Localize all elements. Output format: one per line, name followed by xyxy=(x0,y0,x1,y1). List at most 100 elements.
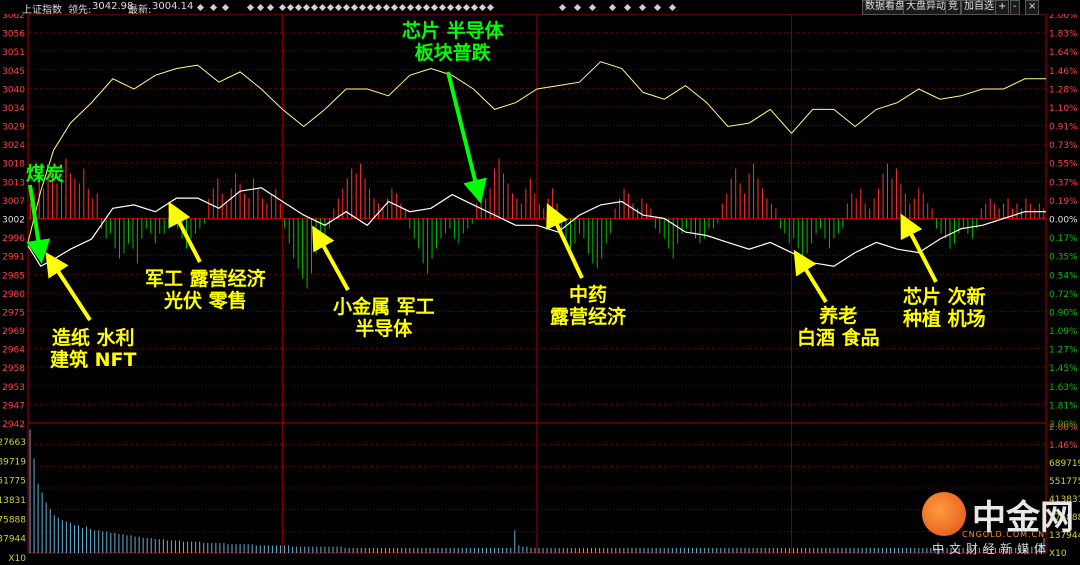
annotation-military: 军工 露营经济 光伏 零售 xyxy=(145,268,266,312)
signal-dot xyxy=(256,3,265,12)
y-tick-left: 3029 xyxy=(2,123,25,133)
signal-dot xyxy=(278,3,287,12)
y-tick-right: 1.63% xyxy=(1049,383,1078,393)
y-tick-left: 2958 xyxy=(2,364,25,374)
y-tick-left: 2991 xyxy=(2,253,25,263)
signal-dot xyxy=(358,3,367,12)
signal-dot xyxy=(478,3,487,12)
bid-button[interactable]: 竞 xyxy=(945,0,961,15)
zoom-in-button[interactable]: + xyxy=(995,0,1010,15)
signal-dot xyxy=(573,3,582,12)
volume-tick-right: 551775 xyxy=(1049,477,1080,487)
y-tick-left: 2975 xyxy=(2,308,25,318)
signal-dot xyxy=(334,3,343,12)
y-tick-left: 3051 xyxy=(2,48,25,58)
y-tick-left: 3045 xyxy=(2,67,25,77)
y-tick-right: 1.28% xyxy=(1049,85,1078,95)
signal-dot xyxy=(470,3,479,12)
y-tick-left: 3056 xyxy=(2,30,25,40)
signal-dot xyxy=(342,3,351,12)
elderly-arrow xyxy=(793,249,828,304)
annotation-coal: 煤炭 xyxy=(26,163,65,185)
signal-dot xyxy=(406,3,415,12)
signal-dot xyxy=(286,3,295,12)
signal-dot xyxy=(558,3,567,12)
signal-dot xyxy=(382,3,391,12)
signal-dot xyxy=(638,3,647,12)
y-tick-left: 2996 xyxy=(2,234,25,244)
signal-dot xyxy=(310,3,319,12)
y-tick-right: 0.37% xyxy=(1049,178,1078,188)
index-name: 上证指数 xyxy=(22,5,62,16)
signal-dot xyxy=(668,3,677,12)
latest-label: 最新: xyxy=(128,5,152,16)
y-tick-left: 2953 xyxy=(2,383,25,393)
signal-dot xyxy=(221,3,230,12)
volume-tick-right: 1.46% xyxy=(1049,441,1078,451)
y-tick-right: 1.10% xyxy=(1049,104,1078,114)
logo-icon xyxy=(922,492,966,536)
signal-dot xyxy=(326,3,335,12)
signal-dot xyxy=(318,3,327,12)
y-tick-left: 3007 xyxy=(2,197,25,207)
y-tick-right: 0.35% xyxy=(1049,253,1078,263)
y-tick-right: 1.83% xyxy=(1049,30,1078,40)
y-tick-right: 0.17% xyxy=(1049,234,1078,244)
signal-dot xyxy=(486,3,495,12)
signal-dot xyxy=(246,3,255,12)
y-tick-left: 2969 xyxy=(2,327,25,337)
signal-dot xyxy=(398,3,407,12)
market-alert-button[interactable]: 大盘异动 xyxy=(903,0,949,15)
y-tick-left: 3018 xyxy=(2,160,25,170)
y-tick-right: 1.81% xyxy=(1049,401,1078,411)
chips-drop-arrow xyxy=(446,71,487,204)
volume-tick-left: X10 xyxy=(8,554,26,564)
signal-dot xyxy=(623,3,632,12)
signal-dot xyxy=(430,3,439,12)
y-tick-left: 2942 xyxy=(2,420,25,430)
annotation-metal: 小金属 军工 半导体 xyxy=(333,296,435,340)
signal-dot xyxy=(209,3,218,12)
y-tick-right: 1.64% xyxy=(1049,48,1078,58)
watermark-url: CNGOLD.COM.CN xyxy=(962,530,1046,539)
y-tick-left: 3013 xyxy=(2,178,25,188)
close-button[interactable]: × xyxy=(1025,0,1040,15)
y-tick-left: 3040 xyxy=(2,85,25,95)
y-tick-right: 1.46% xyxy=(1049,67,1078,77)
volume-tick-left: 551775 xyxy=(0,477,26,487)
y-tick-right: 1.27% xyxy=(1049,346,1078,356)
signal-dot xyxy=(366,3,375,12)
y-tick-right: 0.90% xyxy=(1049,308,1078,318)
volume-tick-right: 689719 xyxy=(1049,459,1080,469)
volume-tick-left: 137944 xyxy=(0,535,26,545)
annotation-elderly: 养老 白酒 食品 xyxy=(797,305,880,349)
metal-arrow xyxy=(312,225,350,291)
latest-value: 3004.14 xyxy=(152,1,194,12)
volume-tick-left: 689719 xyxy=(0,457,26,467)
y-tick-right: 1.09% xyxy=(1049,327,1078,337)
y-tick-right: 0.00% xyxy=(1049,216,1078,226)
zoom-out-button[interactable]: - xyxy=(1010,0,1020,15)
signal-dot xyxy=(454,3,463,12)
signal-dot xyxy=(196,3,205,12)
y-tick-right: 0.54% xyxy=(1049,271,1078,281)
chart-header: 上证指数 领先: 3042.98 最新: 3004.14 数据看盘 大盘异动 竞… xyxy=(0,0,1080,16)
add-watchlist-button[interactable]: 加自选 xyxy=(961,0,997,15)
signal-dot xyxy=(608,3,617,12)
y-tick-left: 2964 xyxy=(2,346,25,356)
signal-dot xyxy=(390,3,399,12)
volume-tick-left: 275888 xyxy=(0,515,26,525)
signal-dot xyxy=(294,3,303,12)
signal-dot xyxy=(446,3,455,12)
signal-dot xyxy=(462,3,471,12)
y-tick-right: 1.45% xyxy=(1049,364,1078,374)
data-panel-button[interactable]: 数据看盘 xyxy=(862,0,908,15)
y-tick-right: 0.19% xyxy=(1049,197,1078,207)
volume-tick-right: 2.00% xyxy=(1049,423,1078,433)
signal-dot xyxy=(414,3,423,12)
y-tick-left: 3034 xyxy=(2,104,25,114)
signal-dot xyxy=(653,3,662,12)
signal-dot xyxy=(422,3,431,12)
y-tick-right: 0.73% xyxy=(1049,141,1078,151)
y-tick-left: 2980 xyxy=(2,290,25,300)
